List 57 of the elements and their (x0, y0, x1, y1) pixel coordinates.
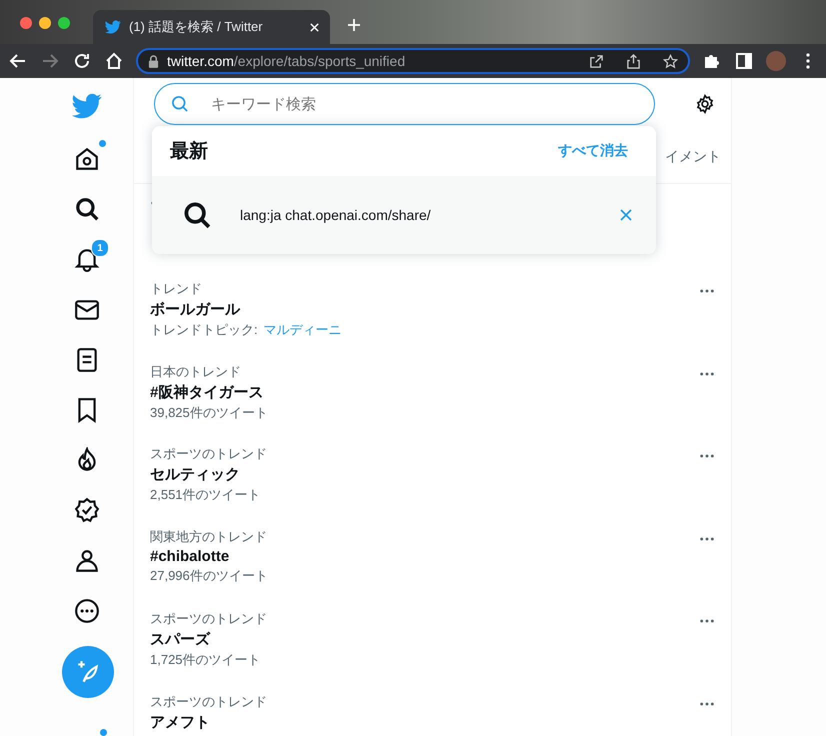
star-icon[interactable] (663, 54, 678, 68)
person-icon[interactable] (74, 548, 100, 574)
bird-logo-icon[interactable] (72, 91, 102, 121)
tweet-count: 39,825件のツイート (150, 404, 268, 422)
trend-context: スポーツのトレンド (150, 445, 267, 463)
search-field[interactable]: キーワード検索 (154, 83, 655, 125)
recent-search-item[interactable]: lang:ja chat.openai.com/share/ (152, 176, 656, 254)
tweet-count: 1,725件のツイート (150, 651, 261, 669)
trend-context: スポーツのトレンド (150, 610, 267, 628)
home-icon[interactable] (104, 51, 124, 71)
more-options-icon[interactable] (699, 372, 715, 376)
bird-icon (105, 19, 121, 35)
tweet-count: 27,996件のツイート (150, 566, 268, 584)
more-options-icon[interactable] (699, 702, 715, 706)
trend-context: 関東地方のトレンド (150, 528, 267, 546)
trend-name[interactable]: #阪神タイガース (150, 382, 264, 402)
trend-topic-label: トレンドトピック: (150, 321, 258, 339)
tab-title: (1) 話題を検索 / Twitter (129, 18, 264, 36)
close-icon[interactable] (620, 209, 632, 221)
trend-name[interactable]: スパーズ (150, 630, 210, 649)
notification-count: 1 (91, 239, 109, 258)
more-options-icon[interactable] (699, 454, 715, 458)
url-text: twitter.com/explore/tabs/sports_unified (167, 53, 406, 69)
minimize-window-button[interactable] (39, 17, 51, 29)
more-options-icon[interactable] (699, 289, 715, 293)
trend-name[interactable]: ボールガール (150, 300, 240, 319)
account-dot (100, 729, 107, 736)
open-external-icon[interactable] (589, 54, 604, 68)
settings-icon[interactable] (695, 94, 715, 114)
search-icon[interactable] (74, 196, 100, 222)
trend-name[interactable]: セルティック (150, 465, 240, 484)
tweet-count: 2,551件のツイート (150, 486, 261, 504)
address-bar[interactable]: twitter.com/explore/tabs/sports_unified (136, 48, 690, 74)
search-icon (170, 94, 190, 114)
trend-context: 日本のトレンド (150, 362, 241, 380)
close-window-button[interactable] (20, 17, 32, 29)
share-icon[interactable] (626, 54, 641, 68)
more-circle-icon[interactable] (74, 598, 100, 624)
lock-icon (148, 54, 159, 68)
more-options-icon[interactable] (699, 536, 715, 540)
trend-name[interactable]: アメフト (150, 712, 210, 732)
explore-tab[interactable]: イメント (665, 148, 721, 166)
maximize-window-button[interactable] (58, 17, 70, 29)
close-tab-icon[interactable] (309, 22, 320, 32)
home-icon[interactable] (74, 146, 100, 172)
new-tab-icon[interactable] (347, 18, 361, 32)
more-options-icon[interactable] (699, 619, 715, 623)
browser-tab[interactable]: (1) 話題を検索 / Twitter (93, 10, 330, 44)
search-icon (182, 200, 212, 230)
reload-icon[interactable] (72, 51, 92, 71)
trend-context: トレンド (150, 280, 202, 298)
side-panel-icon[interactable] (734, 51, 754, 71)
trend-context: スポーツのトレンド (150, 692, 267, 710)
recent-title: 最新 (170, 140, 208, 164)
verified-badge-icon[interactable] (74, 497, 100, 524)
trend-name[interactable]: #chibalotte (150, 548, 230, 564)
recent-query: lang:ja chat.openai.com/share/ (240, 207, 432, 223)
